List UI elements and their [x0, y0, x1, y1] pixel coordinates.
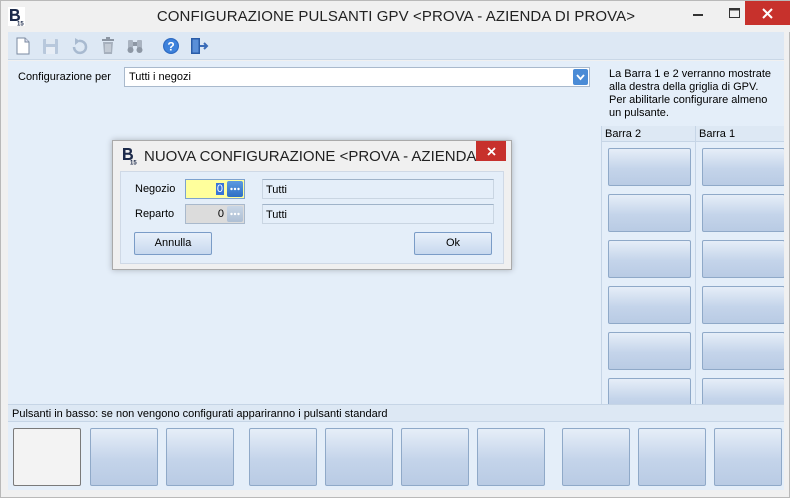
bar1-button[interactable] — [702, 148, 784, 186]
bar2-button[interactable] — [608, 286, 691, 324]
bars-info-text: La Barra 1 e 2 verranno mostrate alla de… — [609, 68, 772, 119]
bottom-button[interactable] — [249, 428, 317, 486]
bottom-button[interactable] — [562, 428, 630, 486]
new-configuration-dialog: 15 NUOVA CONFIGURAZIONE <PROVA - AZIENDA… — [112, 140, 512, 270]
negozio-label: Negozio — [135, 183, 176, 195]
bottom-buttons-panel — [8, 422, 784, 490]
reparto-lookup-button[interactable] — [227, 206, 243, 222]
negozio-description: Tutti — [262, 179, 494, 199]
save-icon[interactable] — [40, 36, 60, 56]
new-document-icon[interactable] — [13, 36, 33, 56]
svg-text:?: ? — [167, 40, 174, 54]
undo-icon[interactable] — [69, 36, 89, 56]
bottom-button[interactable] — [477, 428, 545, 486]
reparto-value: 0 — [217, 208, 224, 220]
bar1-button[interactable] — [702, 378, 784, 404]
reparto-description: Tutti — [262, 204, 494, 224]
window-title: CONFIGURAZIONE PULSANTI GPV <PROVA - AZI… — [156, 8, 636, 25]
bar2-button[interactable] — [608, 148, 691, 186]
negozio-field[interactable]: 0 — [185, 179, 245, 199]
reparto-field[interactable]: 0 — [185, 204, 245, 224]
maximize-icon — [728, 8, 740, 18]
minimize-icon — [693, 14, 703, 16]
ellipsis-icon — [230, 187, 240, 191]
help-icon[interactable]: ? — [161, 36, 181, 56]
close-button[interactable] — [745, 1, 790, 25]
dialog-close-button[interactable] — [476, 141, 506, 161]
negozio-lookup-button[interactable] — [227, 181, 243, 197]
ok-button[interactable]: Ok — [414, 232, 492, 255]
bar2-button[interactable] — [608, 378, 691, 404]
bottom-button[interactable] — [90, 428, 158, 486]
svg-text:15: 15 — [130, 161, 137, 166]
minimize-button[interactable] — [683, 1, 713, 25]
bottom-button[interactable] — [638, 428, 706, 486]
config-select-value: Tutti i negozi — [129, 71, 191, 83]
bar-column-divider — [695, 126, 696, 404]
config-select[interactable]: Tutti i negozi — [124, 67, 590, 87]
bottom-button[interactable] — [325, 428, 393, 486]
main-window: 15 CONFIGURAZIONE PULSANTI GPV <PROVA - … — [0, 0, 790, 498]
bar1-header: Barra 1 — [696, 126, 784, 142]
chevron-down-icon[interactable] — [573, 69, 588, 85]
bar1-button[interactable] — [702, 286, 784, 324]
negozio-value: 0 — [215, 183, 224, 195]
bar1-button[interactable] — [702, 240, 784, 278]
cancel-button[interactable]: Annulla — [134, 232, 212, 255]
bottom-button[interactable] — [714, 428, 782, 486]
close-icon — [486, 146, 496, 156]
toolbar: ? — [8, 32, 784, 60]
bars-panel: Barra 2 Barra 1 — [601, 126, 784, 404]
reparto-label: Reparto — [135, 208, 175, 220]
bar2-button[interactable] — [608, 194, 691, 232]
ellipsis-icon — [230, 212, 240, 216]
dialog-title: NUOVA CONFIGURAZIONE <PROVA - AZIENDA... — [144, 148, 489, 165]
bar2-button[interactable] — [608, 240, 691, 278]
dialog-body: Negozio 0 Tutti Reparto 0 Tutti Annulla … — [120, 171, 504, 264]
dialog-logo-icon: 15 — [121, 146, 138, 165]
bar1-button[interactable] — [702, 194, 784, 232]
title-bar: 15 CONFIGURAZIONE PULSANTI GPV <PROVA - … — [1, 1, 790, 32]
binoculars-icon[interactable] — [125, 36, 145, 56]
delete-icon[interactable] — [98, 36, 118, 56]
bottom-button[interactable] — [166, 428, 234, 486]
config-label: Configurazione per — [18, 71, 111, 83]
bottom-button[interactable] — [13, 428, 81, 486]
bottom-button[interactable] — [401, 428, 469, 486]
bar2-header: Barra 2 — [602, 126, 695, 142]
dialog-title-bar: 15 NUOVA CONFIGURAZIONE <PROVA - AZIENDA… — [113, 141, 511, 171]
bottom-buttons-label: Pulsanti in basso: se non vengono config… — [8, 404, 784, 422]
bar2-button[interactable] — [608, 332, 691, 370]
exit-door-icon[interactable] — [189, 36, 209, 56]
close-icon — [762, 7, 773, 19]
bar1-button[interactable] — [702, 332, 784, 370]
